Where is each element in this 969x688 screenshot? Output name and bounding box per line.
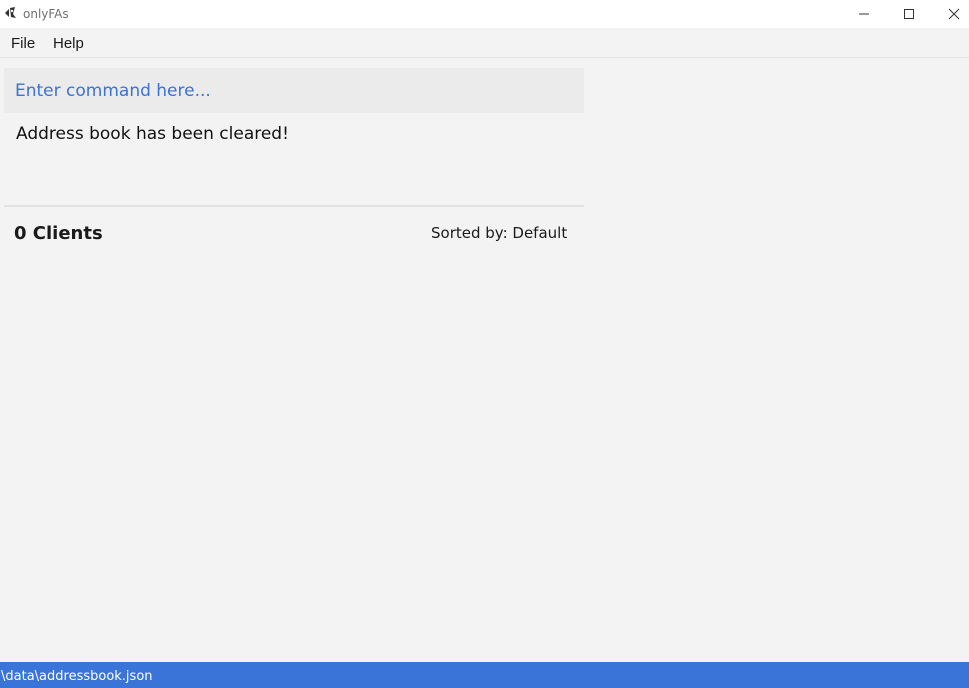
divider bbox=[4, 205, 584, 207]
maximize-button[interactable] bbox=[886, 0, 932, 28]
close-icon bbox=[948, 8, 960, 20]
save-file-path: \data\addressbook.json bbox=[1, 669, 153, 684]
close-button[interactable] bbox=[931, 0, 969, 28]
app-logo-icon bbox=[5, 7, 16, 18]
command-input[interactable] bbox=[4, 68, 584, 113]
status-bar: \data\addressbook.json bbox=[0, 662, 969, 688]
client-count-label: 0 Clients bbox=[14, 223, 103, 244]
window-title: onlyFAs bbox=[23, 7, 69, 21]
app-window: onlyFAs File Help Address book has been … bbox=[0, 0, 969, 688]
client-list[interactable] bbox=[4, 255, 584, 655]
minimize-button[interactable] bbox=[841, 0, 887, 28]
menu-bar: File Help bbox=[0, 28, 969, 58]
sort-order-label: Sorted by: Default bbox=[431, 224, 568, 242]
menu-file[interactable]: File bbox=[11, 35, 35, 52]
result-display: Address book has been cleared! bbox=[16, 124, 289, 144]
minimize-icon bbox=[859, 13, 869, 15]
maximize-icon bbox=[904, 9, 914, 19]
title-bar[interactable]: onlyFAs bbox=[0, 0, 969, 28]
menu-help[interactable]: Help bbox=[53, 35, 84, 52]
